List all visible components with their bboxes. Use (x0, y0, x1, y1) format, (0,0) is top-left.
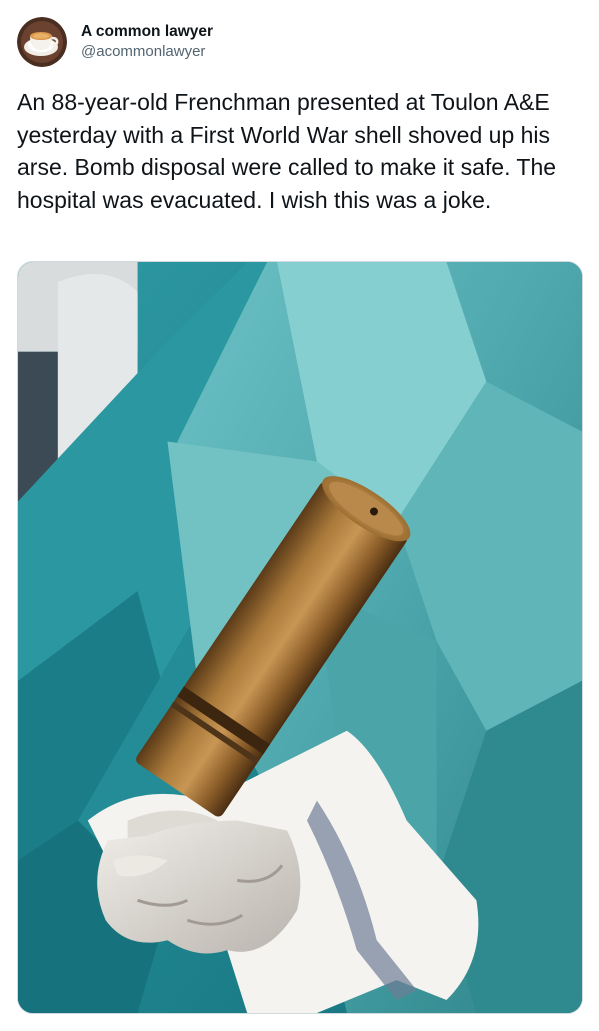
coffee-cup-avatar-icon[interactable] (17, 17, 67, 67)
tweet-text: An 88-year-old Frenchman presented at To… (17, 89, 563, 213)
tweet-header: A common lawyer @acommonlawyer (17, 16, 213, 68)
tweet-card: A common lawyer @acommonlawyer An 88-yea… (0, 0, 599, 1031)
author-handle[interactable]: @acommonlawyer (81, 42, 213, 62)
author-display-name[interactable]: A common lawyer (81, 22, 213, 42)
tweet-photo[interactable] (17, 261, 583, 1014)
artillery-shell-photo (18, 262, 582, 1013)
author-names: A common lawyer @acommonlawyer (81, 22, 213, 62)
